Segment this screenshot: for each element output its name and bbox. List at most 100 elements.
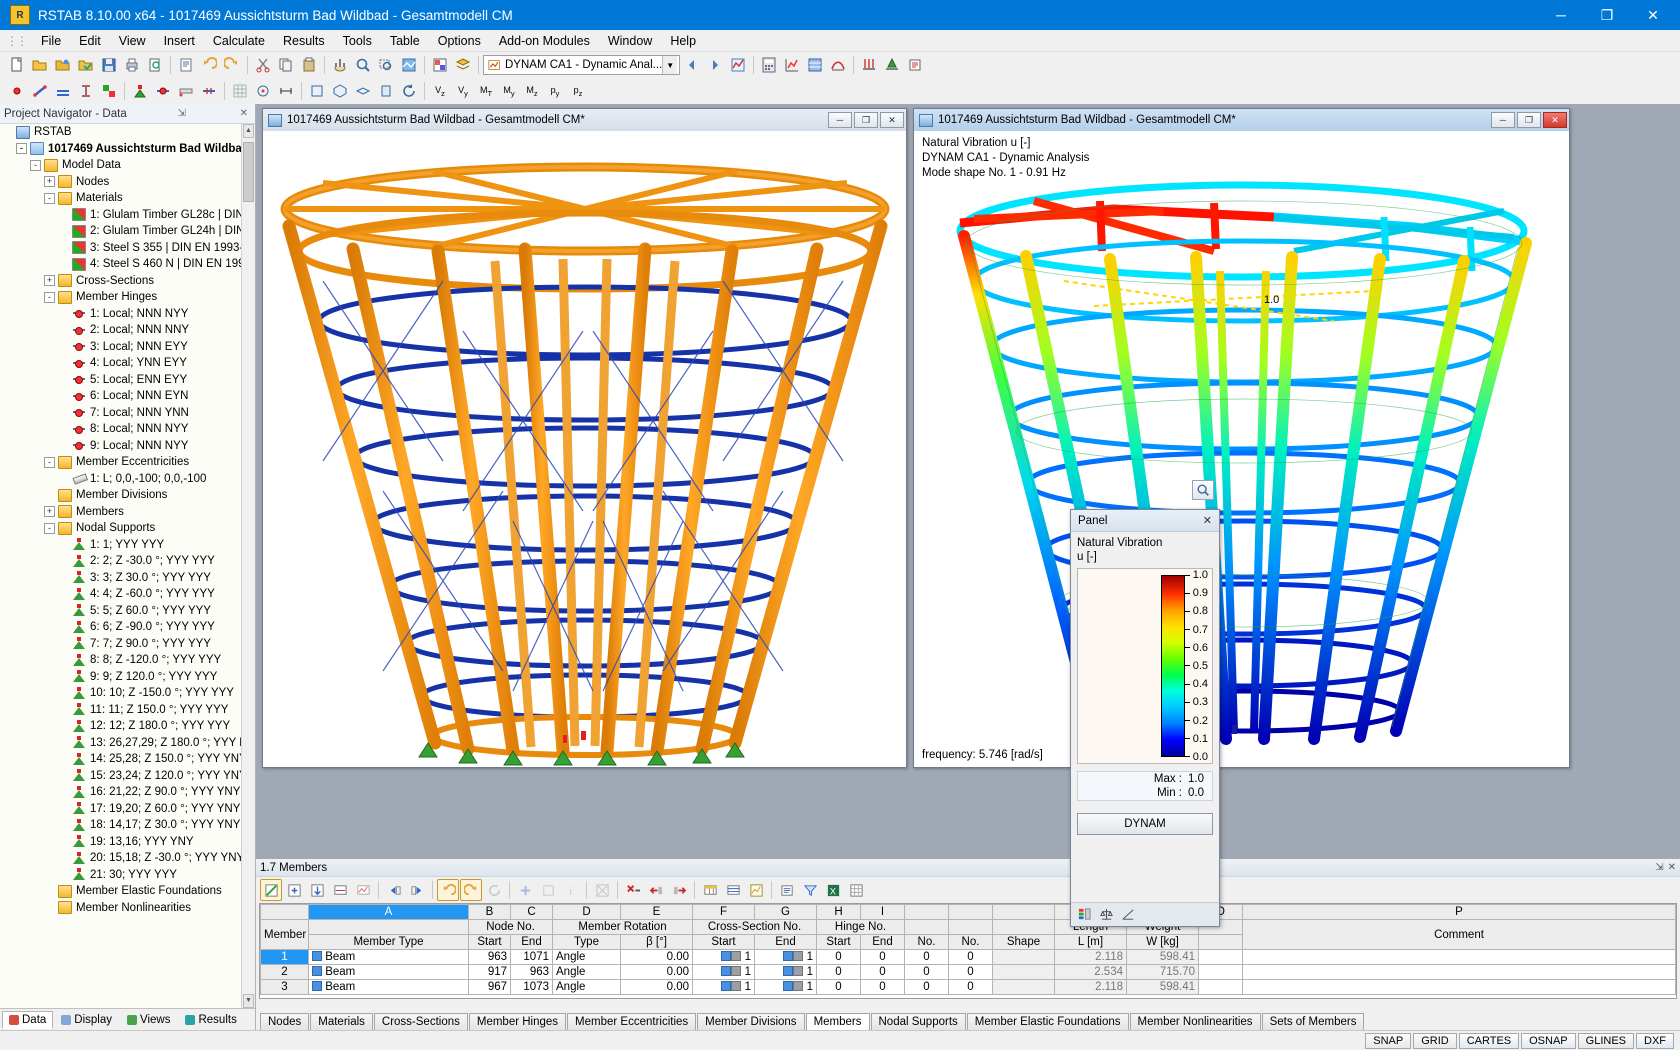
tree-item[interactable]: 8: Local; NNN NYY <box>0 421 255 438</box>
cell-no1[interactable]: 0 <box>905 965 949 980</box>
cell-node-start[interactable]: 963 <box>469 950 511 965</box>
cell-cs-start[interactable]: 1 <box>693 980 755 995</box>
col-letter-h[interactable]: H <box>817 905 861 920</box>
tree-item[interactable]: 18: 14,17; Z 30.0 °; YYY YNY <box>0 817 255 834</box>
eccentricity-icon[interactable] <box>175 80 197 102</box>
cell-cs-start[interactable]: 1 <box>693 965 755 980</box>
tree-expander[interactable]: - <box>44 193 55 204</box>
table-graph-icon[interactable] <box>352 879 374 901</box>
cell-member-no[interactable]: 1 <box>261 950 309 965</box>
cell-member-type[interactable]: Beam <box>309 965 469 980</box>
tree-expander[interactable]: + <box>44 176 55 187</box>
tree-item[interactable]: Member Nonlinearities <box>0 900 255 917</box>
cell-rotation-beta[interactable]: 0.00 <box>621 950 693 965</box>
cell-no2[interactable]: 0 <box>949 980 993 995</box>
tree-item[interactable]: 6: 6; Z -90.0 °; YYY YYY <box>0 619 255 636</box>
layers-icon[interactable] <box>452 54 474 76</box>
grid-tab-member-nonlinearities[interactable]: Member Nonlinearities <box>1130 1013 1261 1030</box>
grid-tab-member-eccentricities[interactable]: Member Eccentricities <box>567 1013 696 1030</box>
tree-item[interactable]: -Member Hinges <box>0 289 255 306</box>
axes-my-icon[interactable]: My <box>498 80 520 102</box>
open-recent-icon[interactable] <box>75 54 97 76</box>
tree-item[interactable]: 5: 5; Z 60.0 °; YYY YYY <box>0 603 255 620</box>
tree-item[interactable]: 10: 10; Z -150.0 °; YYY YYY <box>0 685 255 702</box>
table-filter-icon[interactable] <box>799 879 821 901</box>
cell-comment[interactable] <box>1243 980 1676 995</box>
table-chart-icon[interactable] <box>745 879 767 901</box>
close-right-button[interactable]: ✕ <box>1543 112 1567 128</box>
cell-member-type[interactable]: Beam <box>309 950 469 965</box>
tree-expander[interactable]: - <box>44 292 55 303</box>
cell-no2[interactable]: 0 <box>949 950 993 965</box>
tree-item[interactable]: RSTAB <box>0 124 255 141</box>
grid-tab-materials[interactable]: Materials <box>310 1013 373 1030</box>
snap-icon[interactable] <box>252 80 274 102</box>
tree-item[interactable]: 12: 12; Z 180.0 °; YYY YYY <box>0 718 255 735</box>
table-row[interactable]: 2 Beam917963Angle0.00 1 100002.534715.70 <box>261 965 1676 980</box>
scroll-up-arrow[interactable]: ▲ <box>243 124 254 138</box>
cell-cs-start[interactable]: 1 <box>693 950 755 965</box>
status-dxf[interactable]: DXF <box>1636 1033 1674 1049</box>
table-row[interactable]: 3 Beam9671073Angle0.00 1 100002.118598.4… <box>261 980 1676 995</box>
table-redo-icon[interactable] <box>460 879 482 901</box>
division-icon[interactable] <box>198 80 220 102</box>
zoom-window-icon[interactable] <box>375 54 397 76</box>
members-grid[interactable]: A B C D E F G H I M <box>259 903 1677 999</box>
tree-item[interactable]: 13: 26,27,29; Z 180.0 °; YYY N <box>0 735 255 752</box>
grid-icon[interactable] <box>229 80 251 102</box>
table-info-icon[interactable]: i <box>560 879 582 901</box>
col-letter-i[interactable]: I <box>861 905 905 920</box>
calculate-icon[interactable] <box>758 54 780 76</box>
cell-rotation-beta[interactable]: 0.00 <box>621 965 693 980</box>
rotate-view-icon[interactable] <box>398 80 420 102</box>
tree-expander[interactable]: - <box>44 523 55 534</box>
status-grid[interactable]: GRID <box>1413 1033 1457 1049</box>
cell-member-no[interactable]: 3 <box>261 980 309 995</box>
col-letter-a[interactable]: A <box>309 905 469 920</box>
col-letter-j[interactable] <box>905 905 949 920</box>
pan-icon[interactable] <box>329 54 351 76</box>
table-insert-row-icon[interactable] <box>283 879 305 901</box>
menu-results[interactable]: Results <box>274 31 334 51</box>
close-left-button[interactable]: ✕ <box>880 112 904 128</box>
menu-addon-modules[interactable]: Add-on Modules <box>490 31 599 51</box>
navigator-tab-data[interactable]: Data <box>2 1011 53 1029</box>
table-row[interactable]: 1 Beam9631071Angle0.00 1 100002.118598.4… <box>261 950 1676 965</box>
cell-node-start[interactable]: 967 <box>469 980 511 995</box>
prev-case-icon[interactable] <box>681 54 703 76</box>
axes-vy-icon[interactable]: Vy <box>452 80 474 102</box>
grid-tab-cross-sections[interactable]: Cross-Sections <box>374 1013 468 1030</box>
results-panel[interactable]: Panel ✕ Natural Vibration u [-] 1.00.90.… <box>1070 509 1220 927</box>
cell-cs-end[interactable]: 1 <box>755 980 817 995</box>
tree-item[interactable]: 11: 11; Z 150.0 °; YYY YYY <box>0 702 255 719</box>
tree-expander[interactable]: - <box>16 143 27 154</box>
col-letter-b[interactable]: B <box>469 905 511 920</box>
col-letter-p[interactable]: P <box>1243 905 1676 920</box>
table-clear-icon[interactable] <box>591 879 613 901</box>
menu-table[interactable]: Table <box>381 31 429 51</box>
tree-item[interactable]: 4: Steel S 460 N | DIN EN 1993 <box>0 256 255 273</box>
open-icon[interactable] <box>29 54 51 76</box>
tree-item[interactable]: 4: Local; YNN EYY <box>0 355 255 372</box>
navigator-tab-results[interactable]: Results <box>178 1011 243 1029</box>
pin-icon[interactable]: ⇲ <box>174 108 188 119</box>
table-grid2-icon[interactable] <box>845 879 867 901</box>
zoom-icon[interactable] <box>352 54 374 76</box>
axes-pz-icon[interactable]: pz <box>567 80 589 102</box>
display-props-icon[interactable] <box>429 54 451 76</box>
tree-item[interactable]: 9: 9; Z 120.0 °; YYY YYY <box>0 669 255 686</box>
status-cartes[interactable]: CARTES <box>1459 1033 1519 1049</box>
save-icon[interactable] <box>98 54 120 76</box>
table-pin-icon[interactable]: ⇲ <box>1655 862 1663 873</box>
cell-no1[interactable]: 0 <box>905 980 949 995</box>
tree-item[interactable]: 6: Local; NNN EYN <box>0 388 255 405</box>
cell-member-type[interactable]: Beam <box>309 980 469 995</box>
cell-hinge-start[interactable]: 0 <box>817 980 861 995</box>
cell-node-end[interactable]: 963 <box>511 965 553 980</box>
material-icon[interactable] <box>98 80 120 102</box>
tree-item[interactable]: +Nodes <box>0 174 255 191</box>
cross-section-icon[interactable] <box>75 80 97 102</box>
navigator-tab-display[interactable]: Display <box>54 1011 119 1029</box>
tree-item[interactable]: 19: 13,16; YYY YNY <box>0 834 255 851</box>
cell-hinge-end[interactable]: 0 <box>861 965 905 980</box>
